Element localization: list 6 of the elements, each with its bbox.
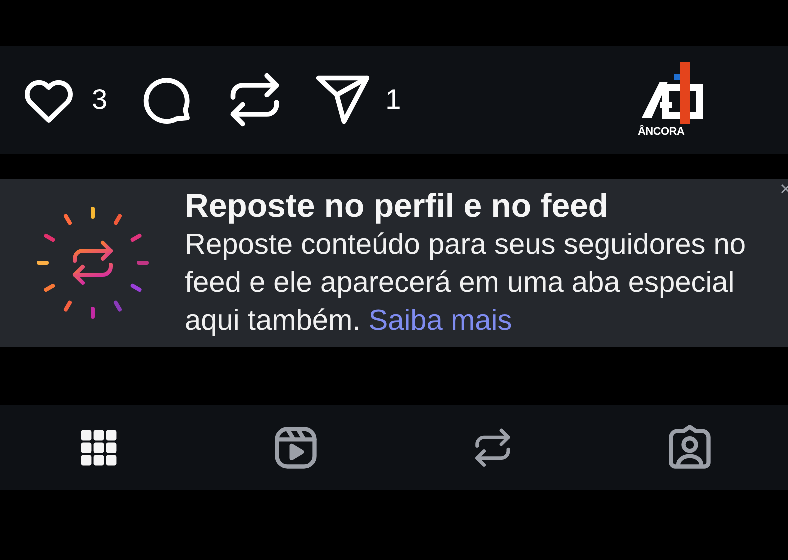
action-count: 1 [386,83,402,117]
banner-title: Reposte no perfil e no feed [185,186,610,226]
logo-text: ÂNCORA [638,127,685,138]
action-count: 3 [92,83,108,117]
banner-description: Reposte conteúdo para seus seguidores no feed e ele aparecerá em uma aba especial aqui também. Saiba mais [185,228,748,339]
learn-more-link[interactable]: Saiba mais [368,305,512,337]
